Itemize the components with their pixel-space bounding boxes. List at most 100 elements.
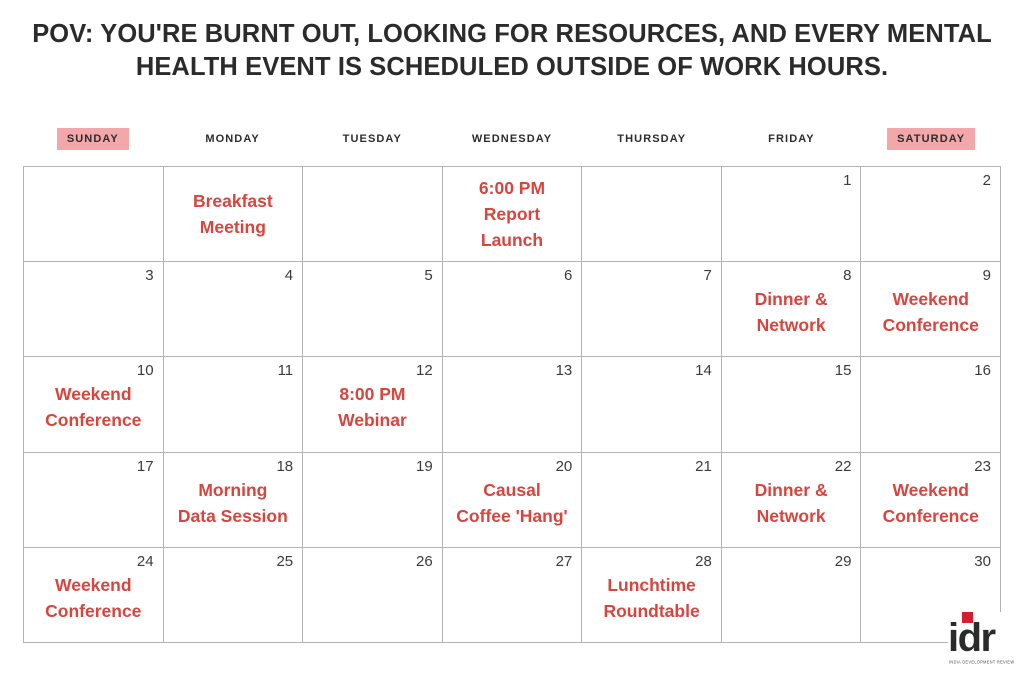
weekday-label-tuesday: TUESDAY: [342, 133, 402, 145]
weekday-header-cell: SATURDAY: [861, 128, 1001, 150]
day-event-line: Conference: [45, 600, 142, 621]
idr-logo: idr INDIA DEVELOPMENT REVIEW: [948, 612, 1020, 672]
day-event[interactable]: Breakfast Meeting: [168, 171, 299, 257]
calendar-day-cell[interactable]: 28 Lunchtime Roundtable: [582, 547, 722, 643]
day-event[interactable]: Dinner & Network: [726, 286, 857, 352]
day-number: 18: [276, 457, 294, 475]
calendar-day-cell[interactable]: 17: [24, 452, 164, 548]
day-event-line: 6:00 PM: [478, 178, 546, 199]
day-event-line: Coffee 'Hang': [456, 505, 568, 526]
day-number: 20: [555, 457, 573, 475]
day-event[interactable]: 8:00 PM Webinar: [307, 381, 438, 447]
day-number: 13: [555, 362, 573, 380]
day-number: 12: [416, 362, 433, 380]
calendar-day-cell[interactable]: 14: [582, 357, 722, 453]
calendar-poster: POV: YOU'RE BURNT OUT, LOOKING FOR RESOU…: [0, 0, 1024, 683]
day-number: 11: [277, 362, 294, 380]
calendar-day-cell[interactable]: 23 Weekend Conference: [861, 452, 1001, 548]
day-number: 3: [145, 267, 154, 285]
day-event-line: Report: [483, 204, 541, 225]
day-number: 14: [695, 362, 712, 380]
calendar-day-cell[interactable]: [582, 167, 722, 263]
day-event[interactable]: Lunchtime Roundtable: [586, 572, 717, 638]
calendar-day-cell[interactable]: 3: [24, 262, 164, 358]
calendar-day-cell[interactable]: Breakfast Meeting: [163, 167, 304, 263]
weekday-label-wednesday: WEDNESDAY: [471, 133, 553, 145]
calendar-day-cell[interactable]: 16: [861, 357, 1001, 453]
day-event-line: Weekend: [55, 574, 132, 595]
calendar-day-cell[interactable]: 24 Weekend Conference: [24, 547, 164, 643]
weekday-header-cell: SUNDAY: [23, 128, 163, 150]
day-number: 7: [703, 267, 712, 285]
day-event-line: Lunchtime: [607, 574, 696, 595]
day-number: 8: [843, 267, 852, 285]
day-event-line: Weekend: [892, 289, 969, 310]
calendar-day-cell[interactable]: 20 Causal Coffee 'Hang': [442, 452, 583, 548]
day-event[interactable]: Causal Coffee 'Hang': [447, 477, 578, 543]
calendar-day-cell[interactable]: 11: [163, 357, 304, 453]
calendar-day-cell[interactable]: 8 Dinner & Network: [721, 262, 862, 358]
calendar-day-cell[interactable]: 19: [303, 452, 443, 548]
day-number: 9: [982, 267, 991, 285]
weekday-label-thursday: THURSDAY: [617, 133, 687, 145]
calendar-day-cell[interactable]: 6: [442, 262, 583, 358]
calendar-day-cell[interactable]: 22 Dinner & Network: [721, 452, 862, 548]
calendar-day-cell[interactable]: [303, 167, 443, 263]
day-number: 4: [284, 267, 294, 285]
calendar-day-cell[interactable]: 15: [721, 357, 862, 453]
weekday-header-row: SUNDAY MONDAY TUESDAY WEDNESDAY THURSDAY FRID…: [23, 128, 1001, 150]
day-event-line: Morning: [198, 479, 268, 500]
calendar-day-cell[interactable]: 4: [163, 262, 304, 358]
day-number: 19: [416, 457, 433, 475]
day-number: 6: [563, 267, 573, 285]
calendar-day-cell[interactable]: 25: [163, 547, 304, 643]
day-number: 24: [136, 552, 154, 570]
day-number: 27: [555, 552, 573, 570]
calendar-day-cell[interactable]: [24, 167, 164, 263]
day-event-line: Webinar: [338, 410, 407, 431]
day-event[interactable]: Dinner & Network: [726, 477, 857, 543]
calendar-day-cell[interactable]: 18 Morning Data Session: [163, 452, 304, 548]
day-number: 10: [136, 362, 154, 380]
page-title-line-2: HEALTH EVENT IS SCHEDULED OUTSIDE OF WOR…: [135, 53, 889, 81]
weekday-label-sunday: SUNDAY: [56, 128, 129, 150]
day-event[interactable]: Weekend Conference: [865, 477, 996, 543]
day-number: 29: [834, 552, 852, 570]
day-number: 28: [695, 552, 712, 570]
day-number: 22: [834, 457, 852, 475]
calendar-day-cell[interactable]: 7: [582, 262, 722, 358]
day-event-line: Dinner &: [754, 479, 828, 500]
day-event[interactable]: Weekend Conference: [865, 286, 996, 352]
day-event-line: 8:00 PM: [339, 384, 406, 405]
calendar-day-cell[interactable]: 21: [582, 452, 722, 548]
day-event-line: Dinner &: [754, 289, 828, 310]
day-event[interactable]: Morning Data Session: [168, 477, 299, 543]
calendar-day-cell[interactable]: 10 Weekend Conference: [24, 357, 164, 453]
day-event-line: Weekend: [55, 384, 132, 405]
calendar-day-cell[interactable]: 6:00 PM Report Launch: [442, 167, 583, 263]
day-event-line: Conference: [45, 410, 142, 431]
calendar-day-cell[interactable]: 5: [303, 262, 443, 358]
calendar-day-cell[interactable]: 1: [721, 167, 862, 263]
calendar-day-cell[interactable]: 12 8:00 PM Webinar: [303, 357, 443, 453]
day-event-line: Launch: [480, 230, 544, 251]
day-number: 1: [843, 172, 852, 189]
day-number: 17: [136, 457, 154, 475]
calendar-day-cell[interactable]: 9 Weekend Conference: [861, 262, 1001, 358]
calendar-day-cell[interactable]: 27: [442, 547, 583, 643]
day-event-line: Roundtable: [603, 600, 700, 621]
day-event[interactable]: Weekend Conference: [28, 381, 159, 447]
day-event[interactable]: 6:00 PM Report Launch: [447, 171, 578, 257]
day-number: 5: [424, 267, 433, 285]
calendar-day-cell[interactable]: 2: [861, 167, 1001, 263]
logo-wordmark: idr: [948, 616, 996, 660]
calendar-day-cell[interactable]: 26: [303, 547, 443, 643]
day-event-line: Causal: [483, 479, 541, 500]
calendar-day-cell[interactable]: 13: [442, 357, 583, 453]
calendar-day-cell[interactable]: 29: [721, 547, 862, 643]
day-number: 23: [974, 457, 991, 475]
weekday-header-cell: MONDAY: [163, 128, 303, 150]
logo-tagline: INDIA DEVELOPMENT REVIEW: [949, 659, 1015, 665]
day-number: 2: [982, 172, 991, 189]
day-event[interactable]: Weekend Conference: [28, 572, 159, 638]
